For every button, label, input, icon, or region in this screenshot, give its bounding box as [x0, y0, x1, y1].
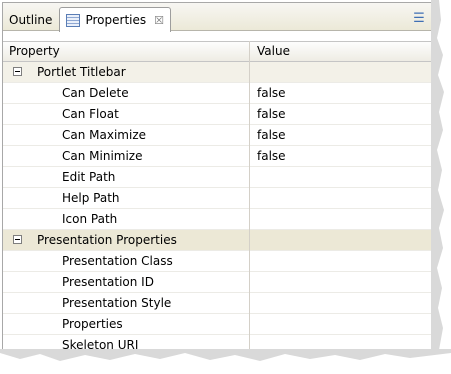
property-name: Icon Path — [62, 212, 118, 226]
property-name: Presentation ID — [62, 275, 154, 289]
property-value[interactable]: false — [257, 86, 286, 100]
table-row[interactable]: Edit Path — [3, 167, 447, 188]
table-header: Property Value — [3, 41, 447, 62]
property-name: Edit Path — [62, 170, 116, 184]
table-icon — [66, 13, 81, 27]
column-separator[interactable] — [249, 41, 250, 363]
tab-bar: Outline Properties ☒ ☰ — [3, 3, 447, 32]
property-name: Can Maximize — [62, 128, 146, 142]
properties-view: Outline Properties ☒ ☰ Property Value Po… — [2, 2, 448, 364]
table-row[interactable]: Presentation Class — [3, 251, 447, 272]
category-label: Presentation Properties — [37, 233, 177, 247]
property-name: Can Delete — [62, 86, 129, 100]
property-name: Properties — [62, 317, 123, 331]
torn-edge-right — [431, 0, 451, 369]
category-label: Portlet Titlebar — [37, 65, 126, 79]
property-name: Can Minimize — [62, 149, 143, 163]
table-row[interactable]: Can Minimize false — [3, 146, 447, 167]
property-value[interactable]: false — [257, 128, 286, 142]
collapse-icon[interactable] — [13, 67, 22, 76]
property-value[interactable]: false — [257, 107, 286, 121]
table-row[interactable]: Can Float false — [3, 104, 447, 125]
property-value[interactable]: false — [257, 149, 286, 163]
collapse-icon[interactable] — [13, 235, 22, 244]
category-row[interactable]: Presentation Properties — [3, 230, 447, 251]
tree-menu-icon[interactable]: ☰ — [411, 10, 427, 26]
torn-edge-bottom — [0, 349, 451, 371]
close-icon[interactable]: ☒ — [154, 14, 164, 27]
property-name: Help Path — [62, 191, 120, 205]
column-header-property[interactable]: Property — [9, 44, 60, 58]
table-row[interactable]: Properties — [3, 314, 447, 335]
table-row[interactable]: Can Maximize false — [3, 125, 447, 146]
tab-outline-label: Outline — [9, 12, 53, 27]
table-row[interactable]: Presentation Style — [3, 293, 447, 314]
category-row[interactable]: Portlet Titlebar — [3, 62, 447, 83]
table-row[interactable]: Help Path — [3, 188, 447, 209]
tab-properties-label: Properties — [85, 13, 147, 27]
column-header-value[interactable]: Value — [257, 44, 290, 58]
property-name: Can Float — [62, 107, 119, 121]
table-row[interactable]: Presentation ID — [3, 272, 447, 293]
tab-outline[interactable]: Outline — [3, 8, 58, 31]
property-name: Presentation Class — [62, 254, 173, 268]
table-row[interactable]: Can Delete false — [3, 83, 447, 104]
tab-properties[interactable]: Properties ☒ — [59, 7, 171, 32]
table-row[interactable]: Icon Path — [3, 209, 447, 230]
property-name: Presentation Style — [62, 296, 172, 310]
